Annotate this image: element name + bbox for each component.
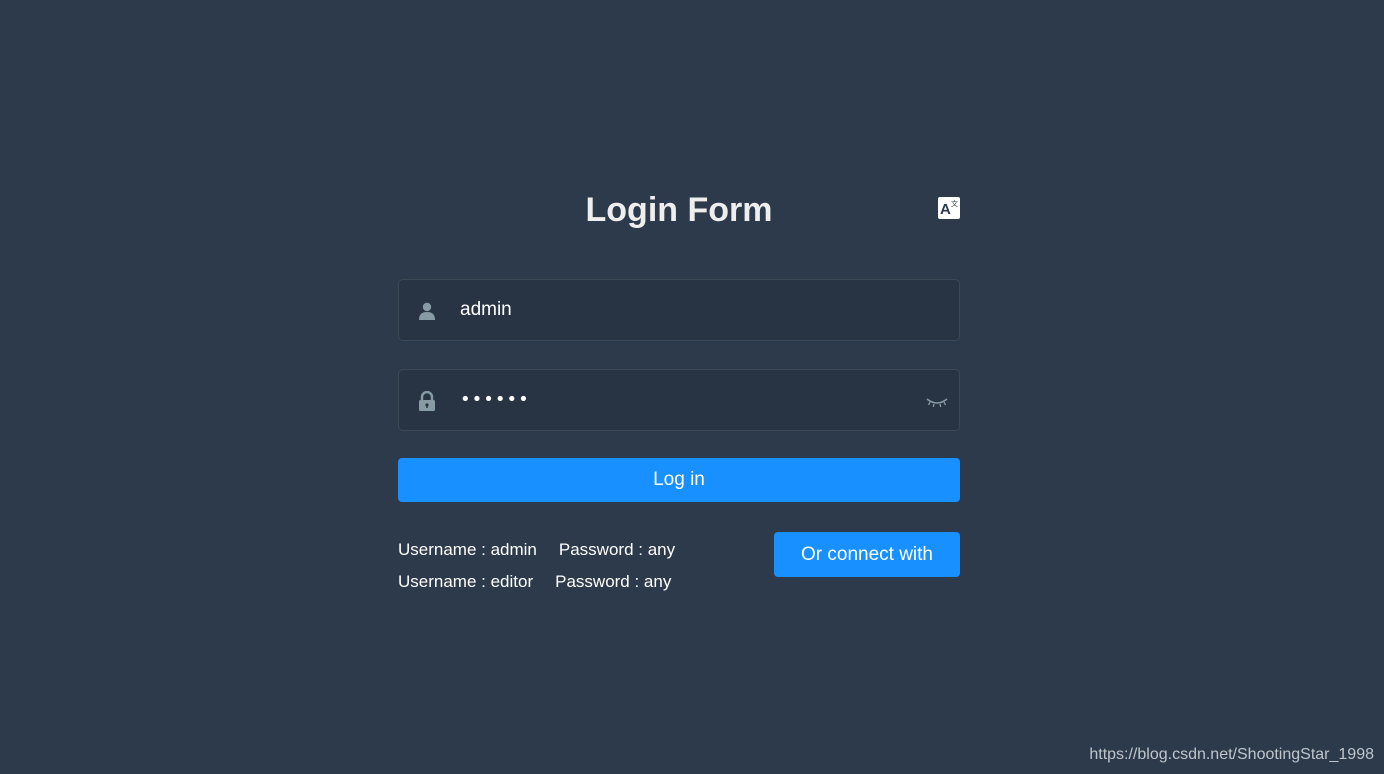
tip-username: Username : admin bbox=[398, 540, 537, 559]
tip-username: Username : editor bbox=[398, 572, 534, 591]
eye-closed-icon[interactable] bbox=[926, 391, 948, 411]
page-title: Login Form bbox=[585, 191, 773, 229]
user-icon bbox=[417, 301, 437, 321]
watermark-url: https://blog.csdn.net/ShootingStar_1998 bbox=[1089, 746, 1374, 763]
connect-with-button[interactable]: Or connect with bbox=[774, 532, 960, 577]
credential-tips: Username : admin Password : any Username … bbox=[398, 540, 675, 604]
svg-text:A: A bbox=[940, 201, 951, 218]
login-form: Login Form A 文 admin •••••• Log in Usern… bbox=[398, 190, 960, 600]
tip-password: Password : any bbox=[558, 540, 676, 559]
username-input[interactable] bbox=[460, 280, 900, 340]
tip-password: Password : any bbox=[555, 572, 672, 591]
tips-row: Username : admin Password : any Username … bbox=[398, 532, 960, 600]
tip-line-admin: Username : admin Password : any bbox=[398, 540, 675, 572]
login-page: Login Form A 文 admin •••••• Log in Usern… bbox=[0, 0, 1384, 774]
translate-icon[interactable]: A 文 bbox=[938, 197, 960, 219]
lock-icon bbox=[417, 390, 437, 411]
username-field bbox=[398, 279, 960, 341]
password-field: •••••• bbox=[398, 369, 960, 431]
title-row: Login Form A 文 bbox=[398, 190, 960, 230]
tip-line-editor: Username : editor Password : any bbox=[398, 572, 675, 604]
login-button[interactable]: Log in bbox=[398, 458, 960, 502]
password-input[interactable]: •••••• bbox=[460, 370, 530, 430]
svg-text:文: 文 bbox=[951, 199, 958, 208]
